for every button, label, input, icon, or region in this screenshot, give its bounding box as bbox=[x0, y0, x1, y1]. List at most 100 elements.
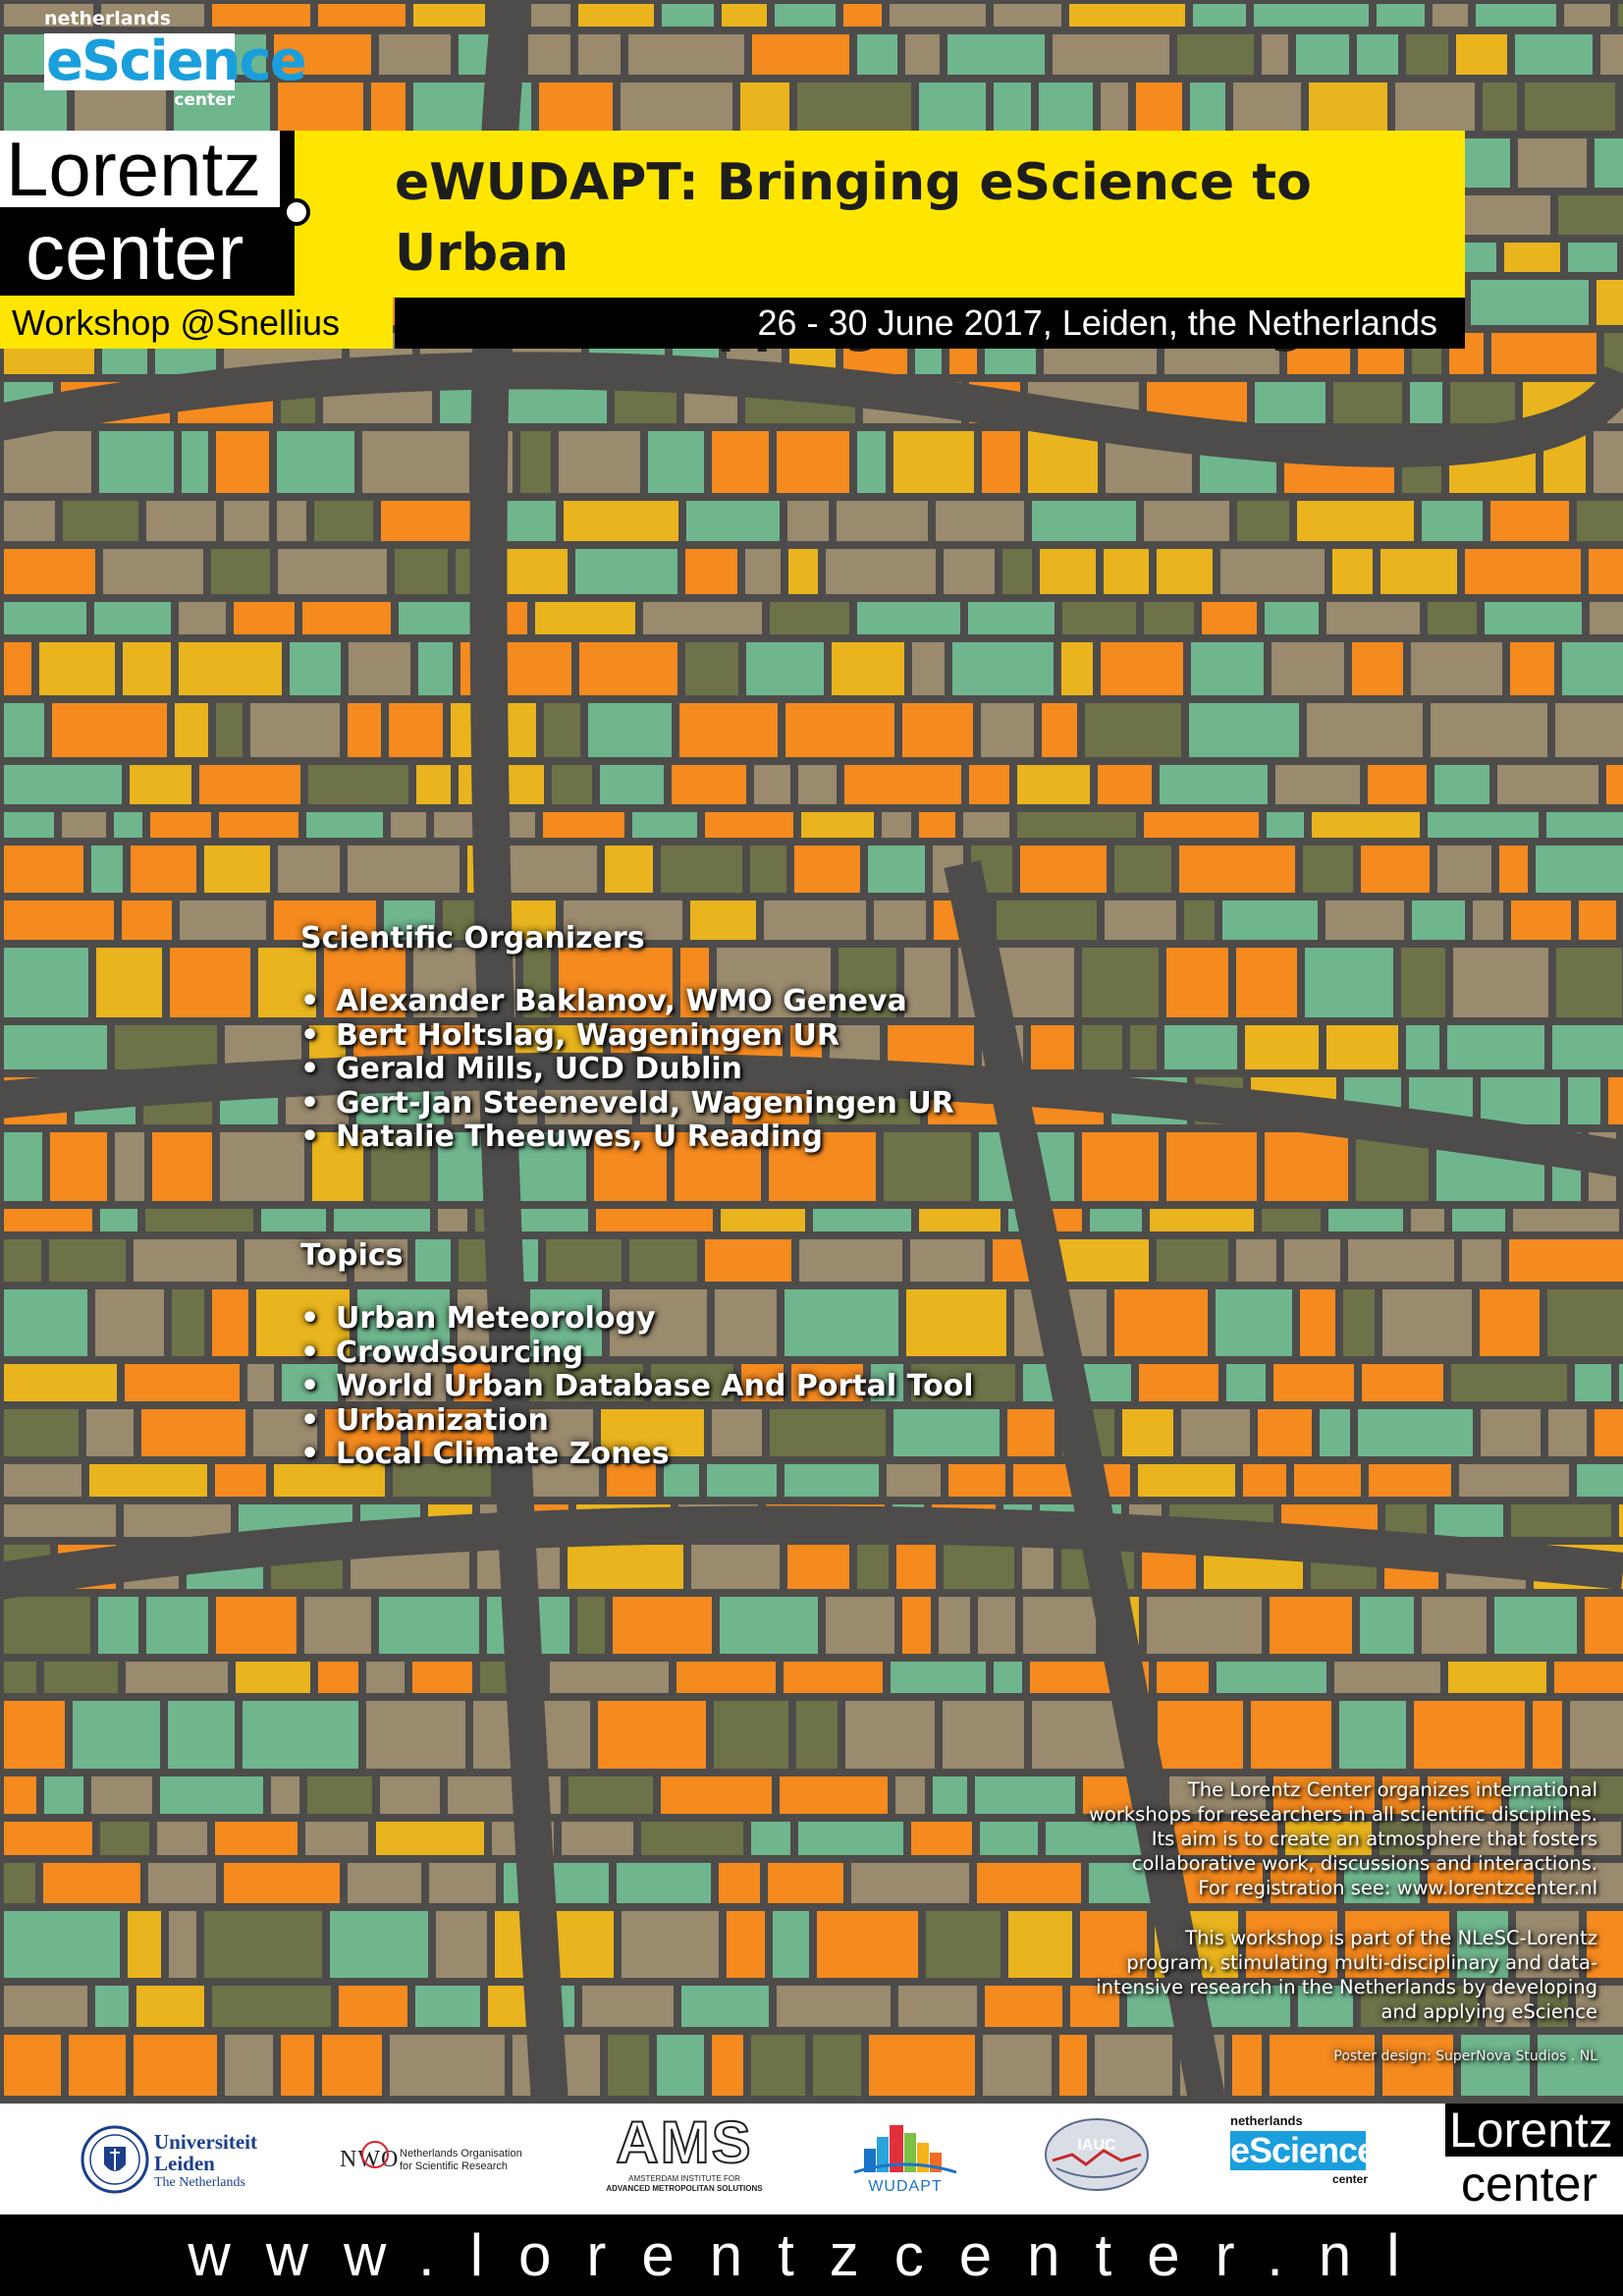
map-building-block bbox=[1217, 1662, 1326, 1693]
poster-credit: Poster design: SuperNova Studios . NL bbox=[1333, 2049, 1597, 2064]
map-building-block bbox=[204, 846, 270, 893]
map-building-block bbox=[844, 765, 961, 804]
info-line: This workshop is part of the NLeSC-Loren… bbox=[1185, 1927, 1597, 1949]
map-building-block bbox=[1401, 948, 1445, 1017]
lorentz-footer-line1: Lorentz bbox=[1445, 2104, 1623, 2157]
map-building-block bbox=[4, 901, 114, 940]
map-building-block bbox=[826, 1597, 894, 1654]
map-building-block bbox=[1085, 703, 1181, 757]
map-building-block bbox=[1114, 846, 1171, 893]
map-building-block bbox=[1483, 82, 1517, 131]
map-building-block bbox=[1358, 1409, 1473, 1456]
organizer-item: Alexander Baklanov, WMO Geneva bbox=[300, 984, 954, 1019]
map-building-block bbox=[813, 1209, 911, 1231]
map-building-block bbox=[1122, 1409, 1173, 1456]
map-building-block bbox=[598, 1701, 706, 1769]
sponsor-logos-bar: Universiteit Leiden The Netherlands NWO … bbox=[0, 2104, 1623, 2214]
map-building-block bbox=[278, 846, 340, 893]
map-building-block bbox=[4, 1239, 41, 1282]
escience-footer-sub: center bbox=[1331, 2172, 1368, 2186]
map-building-block bbox=[1305, 948, 1393, 1017]
map-building-block bbox=[911, 1822, 972, 1855]
map-building-block bbox=[1104, 549, 1149, 594]
map-building-block bbox=[1377, 4, 1425, 27]
map-building-block bbox=[436, 1911, 487, 1978]
map-building-block bbox=[1451, 1364, 1567, 1401]
organizer-item: Natalie Theeuwes, U Reading bbox=[300, 1120, 954, 1155]
map-building-block bbox=[997, 901, 1097, 940]
map-building-block bbox=[157, 1822, 207, 1855]
map-building-block bbox=[919, 82, 986, 131]
map-building-block bbox=[582, 1986, 674, 2027]
map-building-block bbox=[1251, 1701, 1331, 1769]
map-building-block bbox=[1105, 901, 1176, 940]
organizer-item: Gerald Mills, UCD Dublin bbox=[300, 1052, 954, 1087]
map-building-block bbox=[528, 34, 570, 75]
map-building-block bbox=[628, 34, 744, 75]
map-building-block bbox=[339, 1986, 407, 2027]
map-building-block bbox=[531, 4, 570, 27]
map-building-block bbox=[1017, 765, 1090, 804]
map-building-block bbox=[1619, 1504, 1623, 1537]
map-building-block bbox=[1262, 1209, 1321, 1231]
map-building-block bbox=[1525, 82, 1615, 131]
map-building-block bbox=[376, 1822, 484, 1855]
map-building-block bbox=[1236, 1239, 1276, 1282]
map-building-block bbox=[1518, 138, 1587, 188]
map-building-block bbox=[1258, 1409, 1312, 1456]
map-building-block bbox=[1437, 846, 1491, 893]
info-paragraph-1: The Lorentz Center organizes internation… bbox=[1048, 1777, 1597, 1900]
map-building-block bbox=[1462, 1239, 1501, 1282]
map-building-block bbox=[657, 2035, 704, 2096]
organizer-item: Bert Holtslag, Wageningen UR bbox=[300, 1018, 954, 1054]
leiden-sub: The Netherlands bbox=[154, 2175, 245, 2190]
map-building-block bbox=[1352, 642, 1403, 695]
map-building-block bbox=[131, 846, 196, 893]
map-building-block bbox=[1450, 382, 1515, 423]
map-building-block bbox=[215, 1822, 298, 1855]
map-building-block bbox=[1191, 642, 1264, 695]
map-building-block bbox=[798, 765, 837, 804]
map-building-block bbox=[124, 1504, 231, 1537]
map-building-block bbox=[1434, 1504, 1503, 1537]
map-building-block bbox=[1558, 195, 1623, 235]
map-building-block bbox=[1179, 846, 1295, 893]
map-building-block bbox=[4, 431, 91, 493]
map-building-block bbox=[4, 812, 54, 838]
map-building-block bbox=[1098, 765, 1152, 804]
map-building-block bbox=[86, 1409, 134, 1456]
ams-logo: AMS AMSTERDAM INSTITUTE FOR ADVANCED MET… bbox=[606, 2110, 763, 2194]
info-line: Its aim is to create an atmosphere that … bbox=[1151, 1828, 1597, 1850]
map-building-block bbox=[676, 1662, 776, 1693]
map-building-block bbox=[94, 602, 171, 634]
map-building-block bbox=[348, 703, 381, 757]
map-building-block bbox=[712, 431, 769, 493]
map-building-block bbox=[152, 1132, 212, 1201]
escience-logo-sub: center bbox=[174, 90, 235, 110]
map-building-block bbox=[438, 1209, 467, 1231]
map-building-block bbox=[4, 1597, 90, 1654]
nwo-line-1: Netherlands Organisation bbox=[400, 2148, 522, 2159]
map-building-block bbox=[719, 1863, 760, 1903]
map-building-block bbox=[608, 2035, 649, 2096]
map-building-block bbox=[63, 501, 138, 541]
leiden-seal-icon bbox=[81, 2125, 149, 2194]
map-building-block bbox=[1348, 1239, 1454, 1282]
map-building-block bbox=[750, 846, 786, 893]
map-building-block bbox=[1428, 602, 1477, 634]
map-building-block bbox=[1362, 1364, 1443, 1401]
map-building-block bbox=[39, 642, 115, 695]
map-building-block bbox=[348, 846, 460, 893]
map-building-block bbox=[52, 703, 167, 757]
map-building-block bbox=[366, 1701, 465, 1769]
website-url[interactable]: www.lorentzcenter.nl bbox=[0, 2214, 1623, 2296]
map-building-block bbox=[4, 501, 55, 541]
map-building-block bbox=[575, 549, 677, 594]
map-building-block bbox=[91, 846, 123, 893]
map-building-block bbox=[1332, 549, 1373, 594]
topics-section: Topics Urban Meteorology Crowdsourcing W… bbox=[300, 1238, 974, 1472]
map-building-block bbox=[813, 2035, 861, 2096]
nwo-line-2: for Scientific Research bbox=[400, 2160, 509, 2172]
map-building-block bbox=[1476, 4, 1556, 27]
map-building-block bbox=[1414, 1701, 1525, 1769]
